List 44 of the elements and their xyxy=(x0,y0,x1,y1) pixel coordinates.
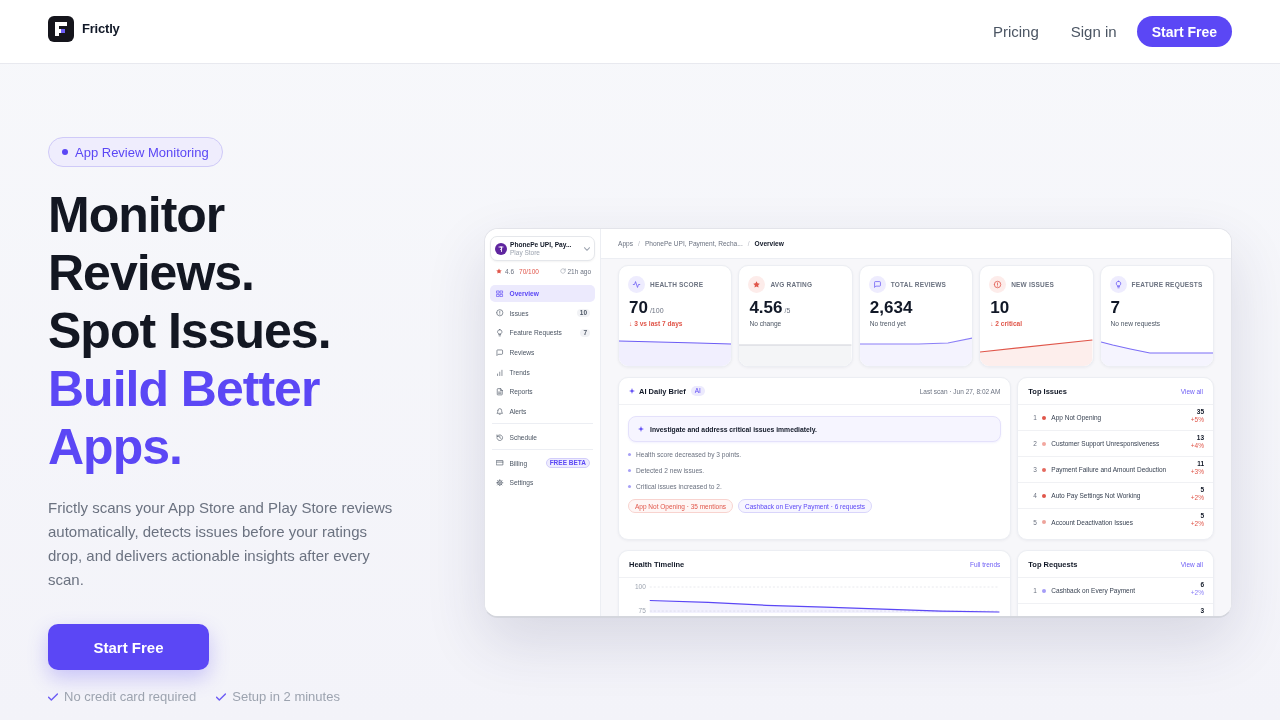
chevron-down-icon xyxy=(584,246,590,251)
nav-link[interactable]: Sign in xyxy=(1070,23,1117,40)
perk-text: Setup in 2 minutes xyxy=(232,689,340,704)
lightbulb-icon xyxy=(496,329,504,337)
stat-value: 7 xyxy=(1110,299,1121,317)
perk-text: No credit card required xyxy=(64,689,197,704)
headline-text: Build Better Apps. xyxy=(48,360,321,476)
brand-name: Frictly xyxy=(82,21,120,36)
check-icon xyxy=(216,692,227,701)
stat-value: 10 xyxy=(990,299,1010,317)
headline-text: Spot Issues. xyxy=(48,302,332,360)
bar-chart-icon xyxy=(496,368,504,376)
logo-icon[interactable] xyxy=(48,15,74,42)
bullet-dot-icon xyxy=(628,484,631,488)
dot-icon xyxy=(62,149,68,155)
stat-value: 2,634 xyxy=(869,299,913,317)
lightbulb-icon xyxy=(1109,276,1127,293)
alert-circle-icon xyxy=(496,309,504,317)
nav-link[interactable]: Pricing xyxy=(992,23,1039,40)
check-icon xyxy=(48,692,58,701)
clock-icon xyxy=(496,433,504,442)
stat-value: 4.56 xyxy=(749,299,783,317)
pulse-icon xyxy=(628,276,645,293)
app-logo-icon xyxy=(495,242,507,255)
grid-icon xyxy=(496,289,504,298)
sparkle-icon xyxy=(629,388,635,394)
bullet-dot-icon xyxy=(628,452,631,456)
star-icon xyxy=(496,268,502,274)
document-icon xyxy=(496,388,504,396)
headline-text: Monitor Reviews. xyxy=(48,186,255,302)
start-free-button[interactable]: Start Free xyxy=(48,624,209,670)
sparkle-icon xyxy=(638,426,644,432)
refresh-icon xyxy=(559,268,566,274)
chat-bubble-icon xyxy=(496,348,504,357)
bell-icon xyxy=(496,407,504,416)
hero-description: Frictly scans your App Store and Play Store reviews automatically, detects issues before your ratings drop, and delivers actionable insights after every scan. xyxy=(48,498,394,590)
bullet-dot-icon xyxy=(628,468,631,472)
chat-bubble-icon xyxy=(868,276,886,293)
settings-icon xyxy=(496,478,504,487)
tagline-text: App Review Monitoring xyxy=(75,144,209,160)
credit-card-icon xyxy=(496,459,504,467)
start-free-button[interactable]: Start Free xyxy=(1136,16,1232,47)
stat-value: 70 xyxy=(629,299,648,317)
alert-circle-icon xyxy=(989,276,1007,293)
